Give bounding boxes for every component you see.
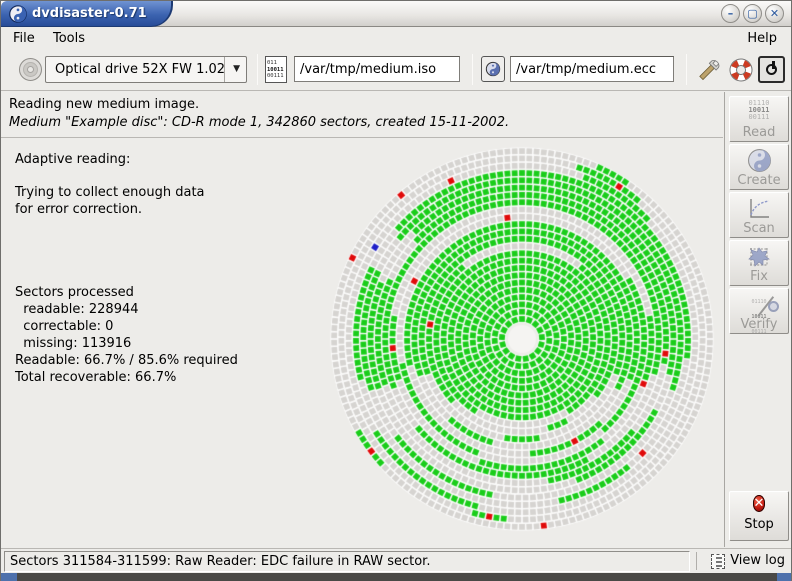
maximize-button[interactable]: ▢ xyxy=(743,4,762,23)
binary-icon: 01110 10011 00111 xyxy=(730,97,788,124)
resize-corner-left[interactable] xyxy=(1,573,17,581)
resize-corner-right[interactable] xyxy=(777,573,792,581)
adaptive-reading-panel: Adaptive reading: Trying to collect enou… xyxy=(15,151,238,386)
menu-tools[interactable]: Tools xyxy=(47,29,91,48)
window-bottom-frame xyxy=(1,573,792,581)
status-area: Reading new medium image. Medium "Exampl… xyxy=(1,92,723,138)
fix-button-label: Fix xyxy=(730,269,788,284)
toolbar-separator xyxy=(686,54,687,85)
stop-x-glyph: ✕ xyxy=(754,496,765,511)
iso-icon-row: 00111 xyxy=(266,73,286,80)
toolbar-separator xyxy=(472,54,473,85)
status-message: Sectors 311584-311599: Raw Reader: EDC f… xyxy=(10,554,430,569)
ecc-yinyang-glyph xyxy=(485,61,501,77)
ecc-path-input[interactable] xyxy=(510,56,674,82)
stop-button[interactable]: ✕ Stop xyxy=(729,491,789,541)
magnifier-binary-icon: 01110 10011 00111 xyxy=(730,289,788,316)
drive-selector-arrow-box[interactable]: ▼ xyxy=(224,57,246,82)
close-button[interactable]: ✕ xyxy=(765,4,784,23)
view-log-label: View log xyxy=(730,553,785,568)
yinyang-icon xyxy=(730,145,788,172)
title-bar[interactable]: dvdisaster-0.71 – ▢ ✕ xyxy=(1,1,792,27)
log-document-icon xyxy=(711,554,725,569)
help-lifering-icon[interactable] xyxy=(728,57,754,83)
status-headline: Reading new medium image. xyxy=(9,97,199,112)
sectors-processed-heading: Sectors processed xyxy=(15,284,238,301)
chevron-down-icon: ▼ xyxy=(233,64,240,74)
view-log-button[interactable]: View log xyxy=(708,551,789,572)
spacer xyxy=(15,218,238,284)
scan-button[interactable]: Scan xyxy=(729,192,789,238)
sectors-missing: missing: 113916 xyxy=(15,335,238,352)
chart-icon xyxy=(730,193,788,220)
toolbar: Optical drive 52X FW 1.02 ▼ 011 10011 00… xyxy=(1,48,792,91)
create-button-label: Create xyxy=(730,173,788,188)
readable-percentage: Readable: 66.7% / 85.6% required xyxy=(15,352,238,369)
main-content: Adaptive reading: Trying to collect enou… xyxy=(1,139,723,547)
iso-path-input[interactable] xyxy=(294,56,460,82)
read-button[interactable]: 01110 10011 00111 Read xyxy=(729,96,789,142)
menu-bar: File Tools Help xyxy=(1,28,792,48)
statusbar-separator xyxy=(696,552,697,570)
menu-file[interactable]: File xyxy=(7,29,41,48)
iso-image-icon: 011 10011 00111 xyxy=(265,56,287,83)
stop-button-label: Stop xyxy=(730,517,788,532)
toolbar-separator xyxy=(257,54,258,85)
scan-button-label: Scan xyxy=(730,221,788,236)
menu-help[interactable]: Help xyxy=(741,29,783,48)
power-icon-bar xyxy=(772,61,775,69)
read-button-label: Read xyxy=(730,125,788,140)
description-line-2: for error correction. xyxy=(15,201,238,218)
optical-disc-icon xyxy=(18,57,43,82)
sectors-correctable: correctable: 0 xyxy=(15,318,238,335)
status-bar: Sectors 311584-311599: Raw Reader: EDC f… xyxy=(1,548,792,573)
app-yinyang-icon xyxy=(9,5,27,23)
drive-selector-value: Optical drive 52X FW 1.02 xyxy=(55,62,225,77)
verify-button[interactable]: 01110 10011 00111 Verify xyxy=(729,288,789,334)
spacer xyxy=(15,168,238,184)
create-button[interactable]: Create xyxy=(729,144,789,190)
total-recoverable: Total recoverable: 66.7% xyxy=(15,369,238,386)
patch-icon xyxy=(730,241,788,268)
disc-spiral-canvas xyxy=(297,139,737,549)
ecc-file-icon xyxy=(481,56,505,82)
description-line-1: Trying to collect enough data xyxy=(15,184,238,201)
stop-icon: ✕ xyxy=(753,495,766,512)
minimize-button[interactable]: – xyxy=(721,4,740,23)
drive-selector[interactable]: Optical drive 52X FW 1.02 ▼ xyxy=(45,56,247,83)
quit-power-button[interactable] xyxy=(758,56,785,83)
window-title: dvdisaster-0.71 xyxy=(32,6,147,21)
application-window: dvdisaster-0.71 – ▢ ✕ File Tools Help Op… xyxy=(0,0,792,581)
action-sidebar: 01110 10011 00111 Read Create xyxy=(724,92,792,547)
medium-info-line: Medium "Example disc": CD-R mode 1, 3428… xyxy=(9,115,509,130)
preferences-wrench-icon[interactable] xyxy=(695,56,723,84)
magnifier-lens xyxy=(768,301,779,312)
adaptive-reading-heading: Adaptive reading: xyxy=(15,151,238,168)
sectors-readable: readable: 228944 xyxy=(15,301,238,318)
fix-button[interactable]: Fix xyxy=(729,240,789,286)
status-message-box: Sectors 311584-311599: Raw Reader: EDC f… xyxy=(4,551,690,572)
